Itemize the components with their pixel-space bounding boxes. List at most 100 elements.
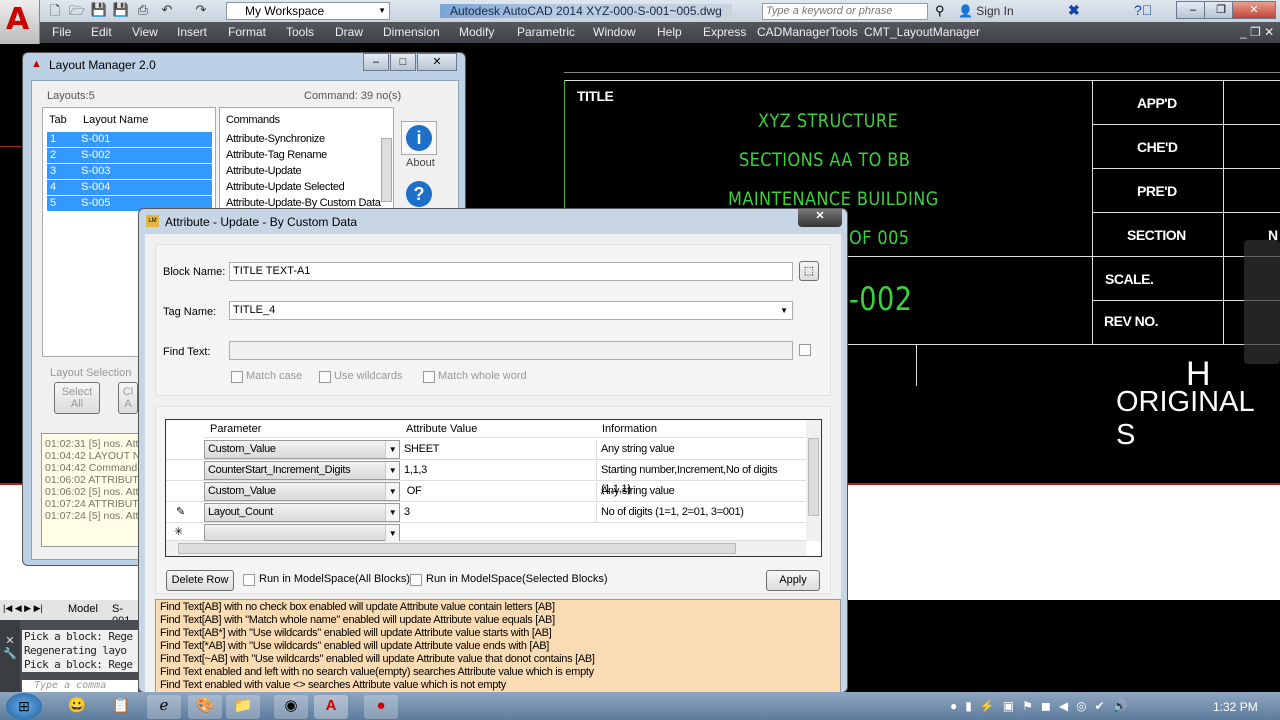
use-wildcards-checkbox[interactable] — [319, 371, 331, 383]
close-button[interactable]: ✕ — [417, 53, 457, 71]
menu-help[interactable]: Help — [657, 25, 682, 39]
help-button[interactable]: ? — [401, 181, 437, 211]
save-as-icon[interactable]: 💾 — [112, 2, 130, 20]
taskbar-explorer-icon[interactable]: 📁 — [226, 695, 260, 719]
close-button[interactable]: ✕ — [1232, 1, 1276, 19]
taskbar-ie-icon[interactable]: ℯ — [147, 695, 181, 719]
save-icon[interactable]: 💾 — [90, 2, 108, 20]
wrench-icon[interactable]: 🔧 — [0, 647, 20, 660]
taskbar-recorder-icon[interactable]: ● — [364, 695, 398, 719]
menu-window[interactable]: Window — [593, 25, 636, 39]
parameter-dropdown[interactable]: Custom_Value ▼ — [204, 440, 400, 459]
parameter-dropdown[interactable]: ▼ — [204, 524, 400, 542]
menu-modify[interactable]: Modify — [459, 25, 494, 39]
parameter-dropdown[interactable]: Layout_Count ▼ — [204, 503, 400, 522]
attribute-value-cell[interactable]: 3 — [400, 503, 410, 522]
new-icon[interactable]: 🗋 — [46, 2, 64, 20]
menu-insert[interactable]: Insert — [177, 25, 207, 39]
match-case-checkbox[interactable] — [231, 371, 243, 383]
menu-view[interactable]: View — [132, 25, 158, 39]
binoculars-icon[interactable]: ⚲ — [935, 3, 945, 19]
pick-block-button[interactable]: ⬚ — [799, 261, 819, 281]
close-icon[interactable]: ✕ — [0, 634, 20, 647]
layout-tabs-bar: |◀ ◀ ▶ ▶| Model S-001 — [0, 600, 140, 627]
tag-name-select[interactable]: TITLE_4 ▼ — [229, 301, 793, 320]
application-menu-button[interactable]: A — [0, 0, 40, 44]
taskbar-messenger-icon[interactable]: 😀 — [60, 695, 94, 719]
commands-list[interactable]: Commands Attribute-Synchronize Attribute… — [219, 107, 394, 217]
exchange-icon[interactable]: ✖ — [1068, 2, 1080, 19]
block-name-input[interactable]: TITLE TEXT-A1 — [229, 262, 793, 281]
undo-icon[interactable]: ↶ — [158, 2, 176, 20]
taskbar-chrome-icon[interactable]: ◉ — [274, 695, 308, 719]
menu-draw[interactable]: Draw — [335, 25, 363, 39]
system-tray-icons[interactable]: ●▮⚡▣⚑◼◀◎✔🔊 — [950, 699, 1136, 713]
attribute-update-dialog: LM Attribute - Update - By Custom Data ✕… — [138, 208, 848, 694]
layout-row[interactable]: 4 S-004 — [47, 180, 212, 195]
grid-row[interactable]: Custom_Value ▼ SHEET Any string value — [166, 439, 806, 460]
parameter-dropdown[interactable]: CounterStart_Increment_Digits ▼ — [204, 461, 400, 480]
vertical-scrollbar[interactable] — [806, 420, 821, 541]
find-text-checkbox[interactable] — [799, 344, 811, 356]
command-item[interactable]: Attribute-Update — [226, 165, 302, 177]
print-icon[interactable]: ⎙ — [134, 2, 152, 20]
menu-cadmanagertools[interactable]: CADManagerTools — [757, 25, 858, 39]
grid-row[interactable]: ✎ Layout_Count ▼ 3 No of digits (1=1, 2=01, … — [166, 502, 806, 523]
scrollbar[interactable] — [381, 138, 392, 202]
taskbar-notepad-icon[interactable]: 📋 — [104, 695, 138, 719]
layout-row[interactable]: 2 S-002 — [47, 148, 212, 163]
run-selected-blocks-checkbox[interactable] — [410, 574, 422, 586]
information-cell: Any string value — [596, 440, 675, 459]
match-whole-word-checkbox[interactable] — [423, 371, 435, 383]
layout-row[interactable]: 1 S-001 — [47, 132, 212, 147]
parameter-dropdown[interactable]: Custom_Value ▼ — [204, 482, 400, 501]
sign-in-button[interactable]: 👤 Sign In — [958, 4, 1014, 18]
menu-express[interactable]: Express — [703, 25, 746, 39]
run-all-blocks-checkbox[interactable] — [243, 574, 255, 586]
about-button[interactable]: i — [401, 121, 437, 155]
menu-dimension[interactable]: Dimension — [383, 25, 440, 39]
start-button[interactable]: ⊞ — [6, 693, 42, 720]
horizontal-scrollbar[interactable] — [166, 541, 806, 556]
menu-edit[interactable]: Edit — [91, 25, 112, 39]
select-all-button[interactable]: Select All — [54, 382, 100, 414]
open-icon[interactable]: 🗁 — [68, 2, 86, 20]
minimize-button[interactable]: – — [363, 53, 389, 71]
attribute-value-cell[interactable]: OF — [400, 482, 422, 501]
drawing-number: -002 — [849, 280, 913, 318]
attribute-value-cell[interactable]: SHEET — [400, 440, 439, 459]
layouts-count: Layouts:5 — [47, 90, 95, 102]
grid-row[interactable]: CounterStart_Increment_Digits ▼ 1,1,3 Start… — [166, 460, 806, 495]
tab-model[interactable]: Model — [68, 603, 98, 615]
taskbar-paint-icon[interactable]: 🎨 — [188, 695, 222, 719]
workspace-select[interactable]: My Workspace ▼ — [226, 2, 390, 20]
delete-row-button[interactable]: Delete Row — [166, 570, 234, 591]
taskbar-autocad-icon[interactable]: A — [314, 695, 348, 719]
new-row[interactable]: ✳ ▼ — [166, 523, 806, 542]
doc-window-controls[interactable]: _ ❐ ✕ — [1240, 25, 1274, 39]
menu-parametric[interactable]: Parametric — [517, 25, 575, 39]
menu-tools[interactable]: Tools — [286, 25, 314, 39]
menu-file[interactable]: File — [52, 25, 71, 39]
grid-row[interactable]: Custom_Value ▼ OF Any string value — [166, 481, 806, 502]
clear-all-button[interactable]: Cl A — [118, 382, 138, 414]
menu-cmt-layoutmanager[interactable]: CMT_LayoutManager — [864, 25, 980, 39]
command-item[interactable]: Attribute-Synchronize — [226, 133, 325, 145]
navigation-bar[interactable] — [1244, 240, 1280, 364]
attribute-value-cell[interactable]: 1,1,3 — [400, 461, 427, 480]
help-icon[interactable]: ?⃝ — [1134, 2, 1152, 18]
drawing-title-line: OF 005 — [849, 227, 910, 249]
menu-format[interactable]: Format — [228, 25, 266, 39]
clock[interactable]: 1:32 PM — [1213, 700, 1258, 714]
apply-button[interactable]: Apply — [766, 570, 820, 591]
tab-nav-arrows[interactable]: |◀ ◀ ▶ ▶| — [3, 603, 43, 614]
find-text-input[interactable] — [229, 341, 793, 360]
command-item[interactable]: Attribute-Update Selected — [226, 181, 345, 193]
redo-icon[interactable]: ↷ — [192, 2, 210, 20]
parameters-grid[interactable]: Parameter Attribute Value Information Cu… — [165, 419, 822, 557]
help-line: Find Text[AB] with "Match whole name" en… — [160, 614, 555, 626]
layout-row[interactable]: 3 S-003 — [47, 164, 212, 179]
command-item[interactable]: Attribute-Tag Rename — [226, 149, 327, 161]
search-input[interactable]: Type a keyword or phrase — [762, 3, 928, 20]
close-button[interactable]: ✕ — [798, 209, 842, 227]
